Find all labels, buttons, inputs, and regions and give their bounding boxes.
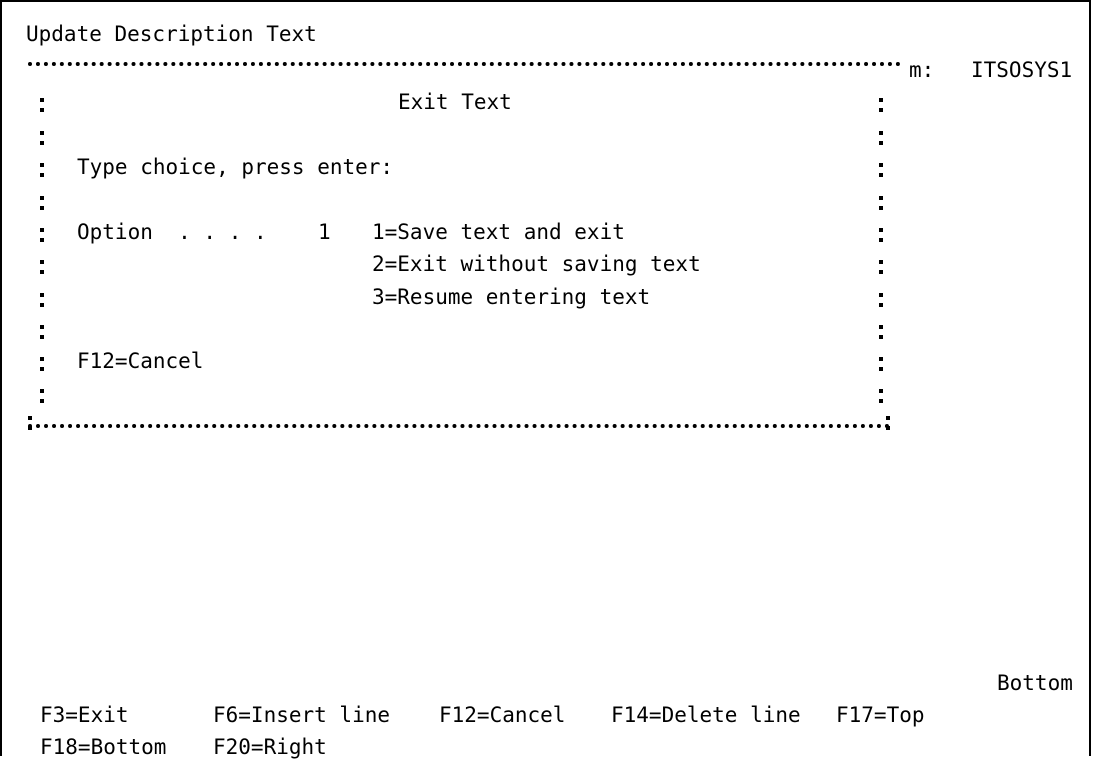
popup-left-border-mark — [40, 293, 44, 307]
popup-right-border-mark — [879, 389, 883, 403]
screen-title: Update Description Text — [26, 22, 317, 46]
popup-right-border-mark — [879, 163, 883, 177]
system-name: ITSOSYS1 — [971, 58, 1073, 82]
popup-left-border-mark — [40, 131, 44, 145]
popup-left-border-mark — [40, 260, 44, 274]
popup-instruction: Type choice, press enter: — [77, 155, 394, 179]
popup-left-border-mark — [40, 357, 44, 371]
function-key-exit[interactable]: F3=Exit — [40, 705, 129, 726]
system-label: m: — [909, 58, 935, 82]
popup-right-border-mark — [879, 293, 883, 307]
popup-right-border-mark — [879, 228, 883, 242]
popup-left-border-mark — [40, 228, 44, 242]
popup-cancel-key[interactable]: F12=Cancel — [77, 351, 203, 372]
popup-right-border-mark — [879, 357, 883, 371]
popup-left-border-mark — [40, 325, 44, 339]
popup-left-border-mark — [40, 389, 44, 403]
popup-right-border-mark — [879, 98, 883, 112]
terminal-screen: Update Description Text m: ITSOSYS1 Exit… — [0, 0, 1091, 758]
function-key-cancel[interactable]: F12=Cancel — [439, 705, 565, 726]
popup-right-border-mark — [879, 196, 883, 210]
option-label: Option . . . . — [77, 220, 267, 244]
choice-save-and-exit: 1=Save text and exit — [372, 220, 625, 244]
popup-left-border-mark — [40, 98, 44, 112]
function-key-bottom[interactable]: F18=Bottom — [40, 737, 166, 758]
popup-right-border-mark — [879, 131, 883, 145]
option-input[interactable]: 1 — [318, 222, 331, 243]
popup-left-border-mark — [40, 196, 44, 210]
choice-exit-without-saving: 2=Exit without saving text — [372, 252, 701, 276]
popup-left-border-mark — [40, 163, 44, 177]
function-key-top[interactable]: F17=Top — [836, 705, 925, 726]
popup-right-border-mark — [879, 325, 883, 339]
choice-resume-entering: 3=Resume entering text — [372, 285, 651, 309]
popup-bottom-border — [28, 424, 890, 428]
function-key-delete-line[interactable]: F14=Delete line — [611, 705, 801, 726]
popup-top-border — [28, 62, 901, 66]
popup-title: Exit Text — [398, 90, 512, 114]
popup-right-border-mark — [879, 260, 883, 274]
function-key-insert-line[interactable]: F6=Insert line — [213, 705, 390, 726]
position-indicator: Bottom — [997, 671, 1073, 695]
function-key-right[interactable]: F20=Right — [213, 737, 327, 758]
